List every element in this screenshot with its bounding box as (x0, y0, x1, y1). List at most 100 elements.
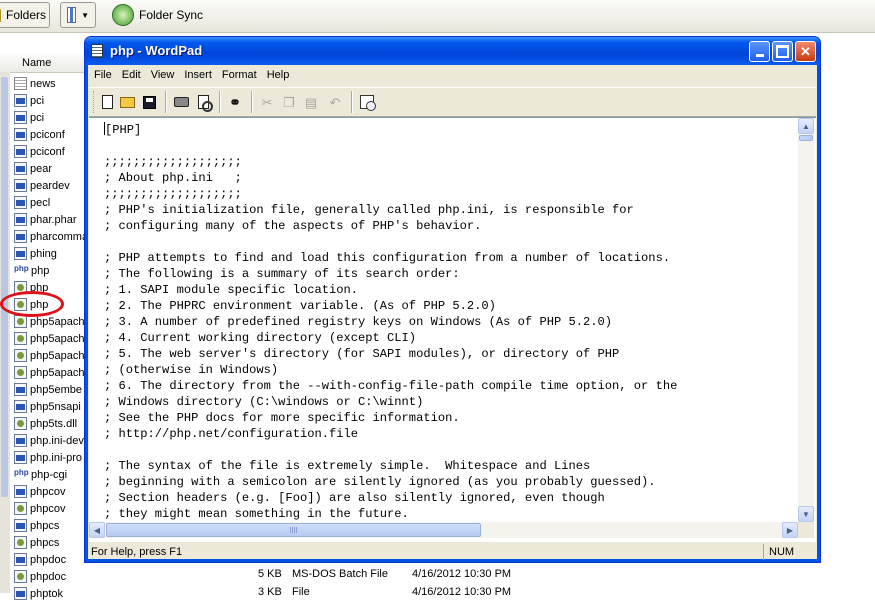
close-button[interactable] (795, 41, 816, 62)
menu-view[interactable]: View (146, 69, 180, 81)
maximize-button[interactable] (772, 41, 793, 62)
find-button[interactable]: ⚭ (227, 94, 243, 110)
file-icon (14, 553, 27, 566)
scrollbar-thumb[interactable] (1, 77, 8, 497)
toolbar-grip[interactable] (93, 91, 97, 113)
document-line: ; PHP's initialization file, generally c… (104, 202, 799, 218)
file-name: phpcs (30, 519, 60, 532)
file-detail-row[interactable]: 5 KB MS-DOS Batch File 4/16/2012 10:30 P… (258, 568, 511, 586)
binoculars-icon: ⚭ (229, 94, 241, 110)
document-line-text: ; 4. Current working directory (except C… (104, 331, 417, 345)
folders-button[interactable]: Folders (0, 2, 50, 28)
folders-pane-scrollbar[interactable] (0, 72, 10, 593)
print-button[interactable] (173, 94, 189, 110)
open-folder-icon (119, 96, 135, 108)
menu-insert[interactable]: Insert (179, 69, 217, 81)
scroll-up-button[interactable]: ▲ (798, 118, 814, 134)
file-name: php (31, 264, 50, 277)
document-line-text: ; See the PHP docs for more specific inf… (104, 411, 460, 425)
window-title: php - WordPad (110, 43, 203, 58)
file-name: pciconf (30, 145, 65, 158)
horizontal-scroll-thumb[interactable] (106, 523, 481, 537)
document-line-text: ; 6. The directory from the --with-confi… (104, 379, 678, 393)
menu-help[interactable]: Help (262, 69, 295, 81)
scroll-left-button[interactable]: ◀ (89, 522, 105, 538)
file-name: php.ini-dev (30, 434, 84, 447)
scroll-down-button[interactable]: ▼ (798, 506, 814, 522)
file-name: pecl (30, 196, 51, 209)
file-type: MS-DOS Batch File (292, 568, 388, 580)
wordpad-document-icon[interactable] (91, 44, 103, 58)
file-detail-row[interactable]: 3 KB File 4/16/2012 10:30 PM (258, 586, 511, 604)
file-name: phptok (30, 587, 64, 600)
document-line: ; they might mean something in the futur… (104, 506, 799, 522)
new-button[interactable] (99, 94, 115, 110)
document-line-text: ; Section headers (e.g. [Foo]) are also … (104, 491, 605, 505)
document-line: ; The following is a summary of its sear… (104, 266, 799, 282)
document-line-text: ;;;;;;;;;;;;;;;;;;; (104, 155, 242, 169)
document-line-text: ; http://php.net/configuration.file (104, 427, 359, 441)
document-line: ; (otherwise in Windows) (104, 362, 799, 378)
file-list-item[interactable]: phpdoc (14, 568, 194, 585)
paste-button[interactable]: ▤ (303, 94, 319, 110)
horizontal-scrollbar[interactable]: ◀ ▶ (89, 522, 798, 538)
file-name: news (30, 77, 56, 90)
toolbar-separator (251, 91, 253, 113)
menu-format[interactable]: Format (217, 69, 262, 81)
file-icon (14, 230, 27, 243)
document-line: ; beginning with a semicolon are silentl… (104, 474, 799, 490)
file-icon: php (14, 264, 29, 273)
file-name: php5apach (30, 366, 85, 379)
file-list-item[interactable]: phptok (14, 585, 194, 602)
vertical-scroll-thumb[interactable] (799, 135, 813, 141)
file-name: php5apach (30, 315, 85, 328)
file-icon (14, 349, 27, 362)
menu-file[interactable]: File (89, 69, 117, 81)
file-icon (14, 417, 27, 430)
file-icon (14, 77, 27, 90)
file-icon: php (14, 468, 29, 477)
document-line: ; See the PHP docs for more specific inf… (104, 410, 799, 426)
file-icon (14, 179, 27, 192)
file-icon (14, 111, 27, 124)
document-line-text: ; 5. The web server's directory (for SAP… (104, 347, 620, 361)
arrow-right-icon: ▶ (786, 525, 794, 535)
undo-icon: ↶ (329, 94, 341, 110)
cut-button[interactable]: ✂ (259, 94, 275, 110)
save-button[interactable] (141, 94, 157, 110)
save-disk-icon (142, 95, 156, 109)
document-line-text: ; 3. A number of predefined registry key… (104, 315, 613, 329)
file-date: 4/16/2012 10:30 PM (412, 586, 512, 598)
toolbar-separator (351, 91, 353, 113)
folder-sync-button[interactable]: Folder Sync (106, 2, 209, 28)
file-name: pci (30, 111, 45, 124)
arrow-down-icon: ▼ (802, 509, 810, 519)
document-line-text: ; they might mean something in the futur… (104, 507, 409, 521)
menu-edit[interactable]: Edit (117, 69, 146, 81)
num-lock-indicator: NUM (769, 546, 795, 558)
print-preview-button[interactable] (195, 94, 213, 112)
date-time-button[interactable] (359, 94, 376, 111)
document-line: ; About php.ini ; (104, 170, 799, 186)
open-button[interactable] (119, 94, 135, 110)
file-size: 5 KB (258, 568, 282, 580)
menu-bar: File Edit View Insert Format Help (89, 65, 816, 85)
document-line-text: ; About php.ini ; (104, 171, 242, 185)
vertical-scrollbar[interactable]: ▲ ▼ (798, 118, 814, 522)
document-editor[interactable]: [PHP];;;;;;;;;;;;;;;;;;; ; About php.ini … (89, 117, 816, 541)
scroll-right-button[interactable]: ▶ (782, 522, 798, 538)
minimize-button[interactable] (749, 41, 770, 62)
document-line: ; PHP attempts to find and load this con… (104, 250, 799, 266)
copy-button[interactable]: ❐ (281, 94, 297, 110)
title-bar[interactable]: php - WordPad (85, 37, 820, 65)
file-icon (14, 213, 27, 226)
undo-button[interactable]: ↶ (327, 94, 343, 110)
file-icon (14, 400, 27, 413)
printer-icon (173, 97, 189, 107)
document-line: ; 5. The web server's directory (for SAP… (104, 346, 799, 362)
views-button[interactable]: ▼ (60, 2, 96, 28)
formatting-toolbar: ⚭ ✂ ❐ ▤ ↶ (89, 87, 816, 117)
document-text[interactable]: [PHP];;;;;;;;;;;;;;;;;;; ; About php.ini … (104, 122, 799, 522)
document-line: ; http://php.net/configuration.file (104, 426, 799, 442)
file-size: 3 KB (258, 586, 282, 598)
